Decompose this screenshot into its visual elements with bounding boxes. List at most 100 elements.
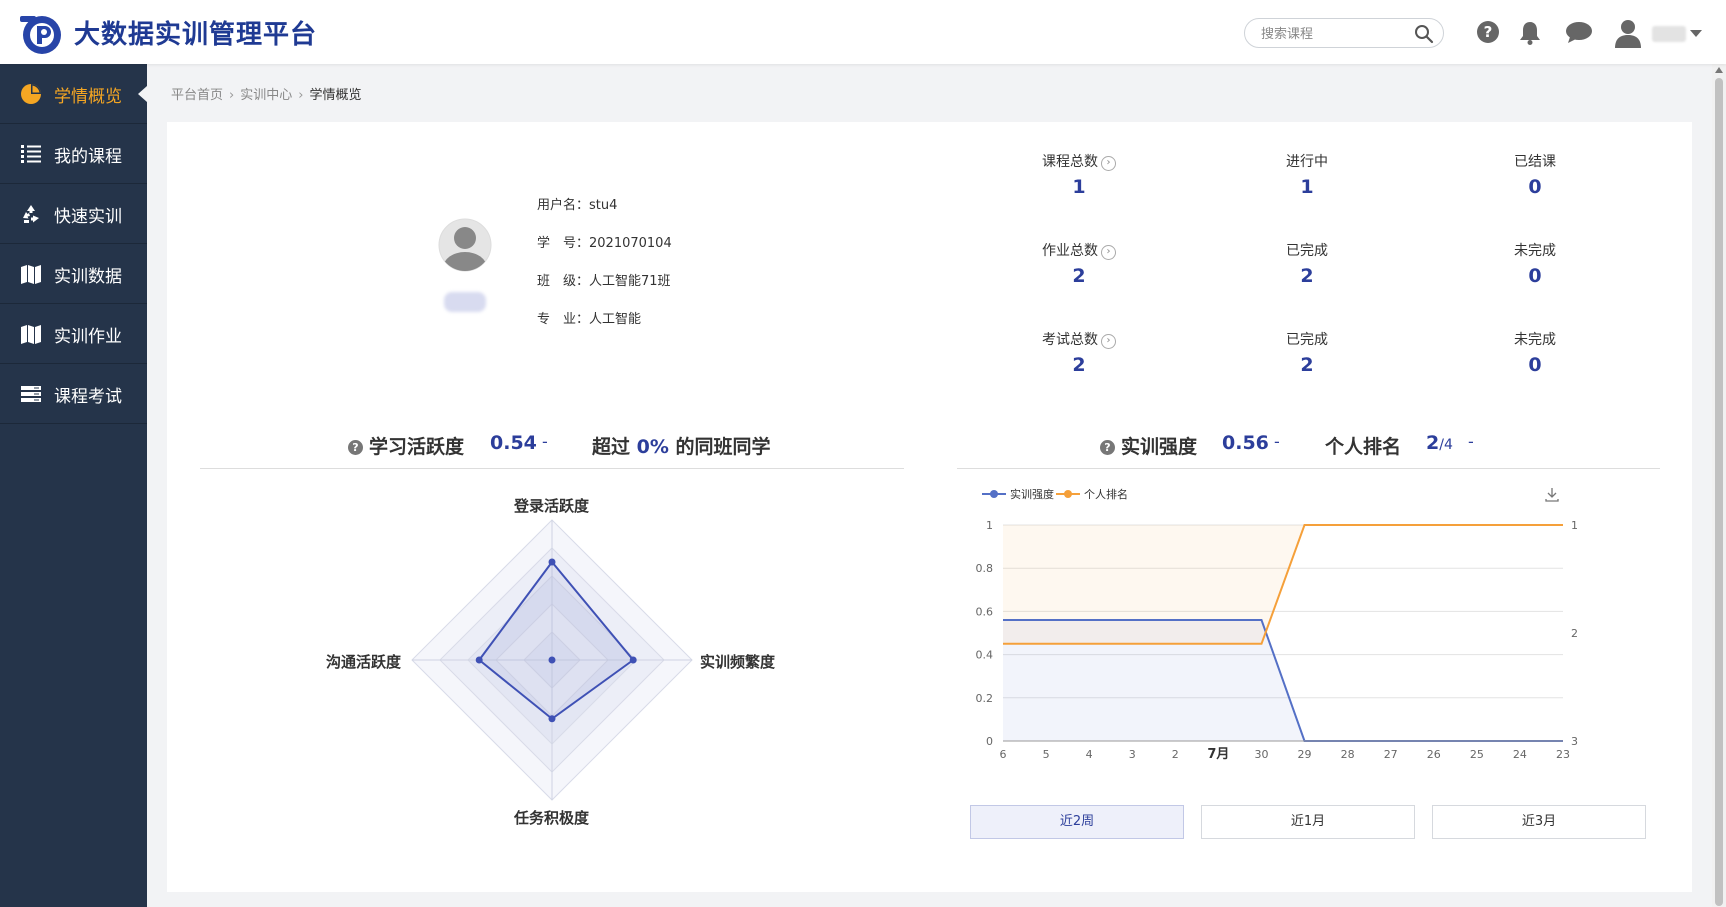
radar-chart <box>411 519 693 801</box>
major-line: 专 业：人工智能 <box>537 312 642 327</box>
map-icon <box>21 265 41 284</box>
sidebar-item-training-data[interactable]: 实训数据 <box>0 244 147 304</box>
sidebar-item-label: 学情概览 <box>54 87 122 107</box>
logo-icon[interactable] <box>20 13 64 55</box>
radar-axis-label: 登录活跃度 <box>514 497 590 515</box>
server-icon <box>21 386 41 402</box>
stat-value: 0 <box>1528 265 1542 287</box>
stat-value: 2 <box>1072 265 1086 287</box>
caret-down-icon[interactable] <box>1690 30 1702 38</box>
chevron-right-icon: › <box>298 88 304 103</box>
x-tick-label: 24 <box>1513 748 1527 761</box>
help-icon[interactable]: ? <box>1100 440 1115 455</box>
search-icon[interactable] <box>1414 24 1434 44</box>
x-tick-label: 2 <box>1172 748 1179 761</box>
user-name-masked[interactable] <box>1652 26 1686 42</box>
app-title: 大数据实训管理平台 <box>74 20 318 50</box>
radar-axis-label: 沟通活跃度 <box>326 653 402 671</box>
x-tick-label: 3 <box>1129 748 1136 761</box>
help-icon[interactable]: ? <box>1476 20 1500 44</box>
sidebar-item-my-courses[interactable]: 我的课程 <box>0 124 147 184</box>
chat-icon[interactable] <box>1565 20 1593 44</box>
top-header: 大数据实训管理平台 ? <box>0 0 1726 64</box>
download-glyph <box>1545 488 1559 502</box>
student-id-line: 学 号：2021070104 <box>537 236 672 251</box>
stat-label: 已完成 <box>1286 332 1328 348</box>
activity-value: 0.54 <box>490 432 537 454</box>
x-tick-label: 6 <box>1000 748 1007 761</box>
sidebar-item-label: 实训数据 <box>54 267 122 287</box>
stat-value: 0 <box>1528 354 1542 376</box>
scroll-up-arrow[interactable] <box>1715 67 1723 73</box>
breadcrumb-home[interactable]: 平台首页 <box>171 88 223 103</box>
training-value: 0.56 <box>1222 432 1269 454</box>
range-2-weeks-button[interactable]: 近2周 <box>970 805 1184 839</box>
list-icon <box>21 145 41 163</box>
radar-axis-label: 实训频繁度 <box>700 653 776 671</box>
stat-label: 已完成 <box>1286 243 1328 259</box>
stat-value: 2 <box>1300 354 1314 376</box>
y-right-tick-label: 2 <box>1571 627 1578 640</box>
sidebar-item-label: 我的课程 <box>54 147 122 167</box>
radar-center-point <box>548 656 556 664</box>
stat-label: 已结课 <box>1514 154 1556 170</box>
svg-text:?: ? <box>1484 23 1493 41</box>
divider <box>957 468 1660 469</box>
radar-point <box>548 558 556 566</box>
search-input[interactable] <box>1259 24 1413 44</box>
username-line: 用户名：stu4 <box>537 198 618 213</box>
chevron-right-icon[interactable]: › <box>1101 334 1116 349</box>
stat-course-total[interactable]: 课程总数 › <box>1009 151 1149 171</box>
activity-title: ? 学习活跃度 <box>348 432 464 459</box>
scroll-thumb[interactable] <box>1715 78 1723 906</box>
scrollbar[interactable] <box>1712 64 1726 907</box>
legend-marker <box>1064 490 1072 498</box>
sidebar-item-overview[interactable]: 学情概览 <box>0 64 147 124</box>
x-tick-label: 23 <box>1556 748 1570 761</box>
sidebar-item-quick-training[interactable]: 快速实训 <box>0 184 147 244</box>
pie-chart-icon <box>21 84 41 104</box>
rank-value: 2/4 <box>1426 432 1453 454</box>
class-value: 人工智能71班 <box>589 274 671 289</box>
radar-point <box>629 656 637 664</box>
y-left-tick-label: 0.6 <box>976 605 994 618</box>
username-value: stu4 <box>589 198 618 213</box>
sidebar-item-label: 课程考试 <box>54 387 122 407</box>
avatar-icon <box>438 218 492 272</box>
range-1-month-button[interactable]: 近1月 <box>1201 805 1415 839</box>
training-title: ? 实训强度 <box>1100 432 1197 459</box>
bell-icon[interactable] <box>1518 20 1542 46</box>
sidebar-item-label: 快速实训 <box>54 207 122 227</box>
breadcrumb-training-center[interactable]: 实训中心 <box>240 88 292 103</box>
x-tick-label: 4 <box>1086 748 1093 761</box>
radar-axis-label: 任务积极度 <box>514 809 590 827</box>
breadcrumb: 平台首页 › 实训中心 › 学情概览 <box>171 84 361 103</box>
chevron-right-icon[interactable]: › <box>1101 156 1116 171</box>
download-icon <box>1545 488 1559 502</box>
search-box[interactable] <box>1244 18 1444 48</box>
user-avatar-icon[interactable] <box>1613 18 1643 48</box>
breadcrumb-current: 学情概览 <box>309 88 362 103</box>
range-3-months-button[interactable]: 近3月 <box>1432 805 1646 839</box>
sidebar-item-label: 实训作业 <box>54 327 122 347</box>
stat-exam-total[interactable]: 考试总数 › <box>1009 329 1149 349</box>
y-right-tick-label: 3 <box>1571 735 1578 748</box>
map-icon <box>21 325 41 344</box>
y-left-tick-label: 0 <box>986 735 993 748</box>
major-value: 人工智能 <box>589 312 642 327</box>
stat-homework-total[interactable]: 作业总数 › <box>1009 240 1149 260</box>
stat-value: 2 <box>1072 354 1086 376</box>
chevron-right-icon[interactable]: › <box>1101 245 1116 260</box>
stat-value: 1 <box>1072 176 1086 198</box>
sidebar-item-course-exam[interactable]: 课程考试 <box>0 364 147 424</box>
sidebar-item-training-homework[interactable]: 实训作业 <box>0 304 147 364</box>
y-left-tick-label: 1 <box>986 519 993 532</box>
stat-label: 未完成 <box>1514 243 1556 259</box>
rank-trend: - <box>1468 432 1474 451</box>
x-tick-label: 27 <box>1384 748 1398 761</box>
help-icon[interactable]: ? <box>348 440 363 455</box>
divider <box>200 468 904 469</box>
training-line-chart: 实训强度 个人排名00.20.40.60.81 1236 5 4 3 2 7月 30 29 28 27… <box>976 487 1579 762</box>
activity-trend: - <box>542 432 548 451</box>
legend-marker <box>990 490 998 498</box>
